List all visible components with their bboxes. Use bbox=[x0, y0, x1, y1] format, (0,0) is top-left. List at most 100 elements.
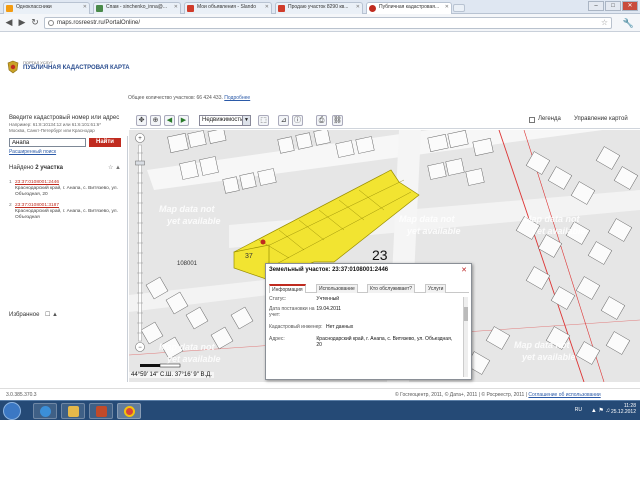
popup-scrollbar[interactable] bbox=[463, 297, 468, 377]
zoom-in-icon[interactable]: ⊕ bbox=[150, 115, 161, 126]
print-icon[interactable]: ⎙ bbox=[316, 115, 327, 126]
url-text: maps.rosreestr.ru/PortalOnline/ bbox=[57, 20, 141, 26]
info-label: Кадастровый инженер: bbox=[269, 324, 323, 330]
result-address: Краснодарский край, г. Анапа, с. Витязев… bbox=[15, 186, 118, 197]
reload-icon[interactable]: ↻ bbox=[29, 17, 41, 29]
portal-title[interactable]: ПУБЛИЧНАЯ КАДАСТРОВАЯ КАРТА bbox=[23, 65, 130, 71]
watermark-line: Map data not bbox=[524, 214, 581, 224]
browser-tab[interactable]: Одноклассники ✕ bbox=[3, 2, 90, 14]
cadastral-district-label: 23 bbox=[372, 247, 388, 263]
clock-date: 25.12.2012 bbox=[610, 409, 636, 415]
taskbar-media[interactable] bbox=[89, 403, 113, 419]
forward-arrow-icon[interactable]: ▶ bbox=[16, 17, 28, 29]
scrollbar-thumb[interactable] bbox=[464, 307, 468, 321]
info-value: Учтенный bbox=[316, 296, 340, 302]
address-bar[interactable]: maps.rosreestr.ru/PortalOnline/ ☆ bbox=[44, 17, 612, 29]
layer-select[interactable]: Недвижимость ▼ bbox=[199, 115, 251, 126]
panel-options-icon[interactable]: ☆ ▲ bbox=[108, 164, 121, 171]
result-address: Краснодарский край, г. Анапа, с. Витязев… bbox=[15, 209, 118, 220]
language-indicator[interactable]: RU bbox=[575, 407, 582, 413]
results-title: Найдено 2 участка bbox=[9, 165, 63, 171]
folder-icon bbox=[68, 406, 79, 417]
objects-count: Общее количество участков: 66 424 433. П… bbox=[128, 95, 250, 101]
popup-body: Статус: Учтенный Дата постановки на учет… bbox=[269, 296, 463, 378]
wrench-icon[interactable]: 🔧 bbox=[623, 18, 634, 29]
result-item[interactable]: 1 23:37:0108001:2446 Краснодарский край,… bbox=[9, 180, 124, 198]
pan-icon[interactable]: ✥ bbox=[136, 115, 147, 126]
tab-info[interactable]: Информация bbox=[269, 284, 306, 293]
bookmark-star-icon[interactable]: ☆ bbox=[601, 18, 608, 28]
mail-icon bbox=[96, 5, 103, 12]
legend-checkbox[interactable] bbox=[529, 117, 535, 123]
advanced-search-link[interactable]: Расширенный поиск bbox=[9, 149, 56, 155]
svg-text:+: + bbox=[138, 136, 142, 142]
close-window-button[interactable]: ✕ bbox=[622, 1, 638, 11]
tray-icons[interactable]: ▲ ⚑ ♫ bbox=[591, 407, 610, 414]
info-value: Краснодарский край, г. Анапа, с. Витязев… bbox=[316, 336, 453, 348]
windows-taskbar: RU ▲ ⚑ ♫ 11:28 25.12.2012 bbox=[0, 400, 640, 420]
browser-tab-bar: Одноклассники ✕ Спам - sinchenko_inna@..… bbox=[0, 0, 640, 15]
map-toolbar: ✥ ⊕ ◀ ▶ Недвижимость ▼ ⬚ ⊿ ⓘ ⎙ ⛓ Легенда… bbox=[130, 113, 640, 129]
tab-services[interactable]: Услуги bbox=[425, 284, 447, 293]
back-arrow-icon[interactable]: ◀ bbox=[164, 115, 175, 126]
site-header bbox=[0, 33, 640, 111]
find-button[interactable]: Найти bbox=[89, 138, 121, 147]
close-icon[interactable]: ✕ bbox=[461, 266, 467, 274]
info-label: Статус: bbox=[269, 296, 287, 302]
window-controls: – □ ✕ bbox=[588, 1, 638, 11]
select-area-icon[interactable]: ⬚ bbox=[258, 115, 269, 126]
scale-bar bbox=[140, 360, 210, 371]
info-label: Адрес: bbox=[269, 336, 285, 342]
result-number: 2 bbox=[9, 203, 12, 208]
close-tab-icon[interactable]: ✕ bbox=[174, 4, 178, 10]
new-tab-button[interactable] bbox=[453, 4, 465, 12]
parcel-marker-icon[interactable] bbox=[260, 239, 266, 245]
browser-tab[interactable]: Продаю участок 8290 кв... ✕ bbox=[275, 2, 363, 14]
chevron-down-icon: ▼ bbox=[242, 116, 250, 125]
svg-text:−: − bbox=[138, 345, 142, 351]
info-row-status: Статус: Учтенный bbox=[269, 296, 339, 302]
browser-tab[interactable]: Мои объявления - Slando ✕ bbox=[184, 2, 272, 14]
tab-usage[interactable]: Использование bbox=[316, 284, 358, 293]
tab-label: Мои объявления - Slando bbox=[197, 4, 257, 10]
result-item[interactable]: 2 23:37:0108001:3187 Краснодарский край,… bbox=[9, 203, 124, 221]
link-icon[interactable]: ⛓ bbox=[332, 115, 343, 126]
zoom-slider[interactable]: + − bbox=[134, 133, 146, 353]
agreement-link[interactable]: Соглашение об использовании bbox=[528, 392, 600, 398]
scale-bar-graphic bbox=[140, 363, 181, 368]
info-row-address: Адрес: Краснодарский край, г. Анапа, с. … bbox=[269, 336, 456, 348]
close-tab-icon[interactable]: ✕ bbox=[265, 4, 269, 10]
legend-label[interactable]: Легенда bbox=[538, 116, 561, 122]
details-link[interactable]: Подробнее bbox=[224, 95, 250, 101]
watermark-line: yet available bbox=[531, 226, 586, 236]
result-number: 1 bbox=[9, 180, 12, 185]
close-tab-icon[interactable]: ✕ bbox=[356, 4, 360, 10]
favorites-toggle-icon[interactable]: ☐ ▲ bbox=[45, 311, 58, 318]
map-control-label[interactable]: Управление картой bbox=[574, 116, 628, 122]
close-tab-icon[interactable]: ✕ bbox=[83, 4, 87, 10]
popup-title: Земельный участок: 23:37:0108001:2446 bbox=[269, 267, 389, 273]
back-arrow-icon[interactable]: ◀ bbox=[3, 17, 15, 29]
maximize-button[interactable]: □ bbox=[605, 1, 621, 11]
clock[interactable]: 11:28 25.12.2012 bbox=[611, 403, 636, 415]
watermark-line: yet available bbox=[166, 216, 221, 226]
info-row-date: Дата постановки на учет: 19.04.2011 bbox=[269, 306, 341, 318]
close-tab-icon[interactable]: ✕ bbox=[445, 4, 449, 10]
tab-who-serves[interactable]: Кто обслуживает? bbox=[367, 284, 416, 293]
tab-label: Спам - sinchenko_inna@... bbox=[106, 4, 167, 10]
forward-arrow-icon[interactable]: ▶ bbox=[178, 115, 189, 126]
taskbar-chrome[interactable] bbox=[117, 403, 141, 419]
objects-count-text: Общее количество участков: 66 424 433. bbox=[128, 95, 223, 101]
watermark-line: Map data not bbox=[159, 342, 216, 352]
minimize-button[interactable]: – bbox=[588, 1, 604, 11]
favorites-label[interactable]: Избранное bbox=[9, 312, 39, 318]
browser-tab[interactable]: Спам - sinchenko_inna@... ✕ bbox=[93, 2, 181, 14]
tab-label: Одноклассники bbox=[16, 4, 52, 10]
taskbar-ie[interactable] bbox=[33, 403, 57, 419]
layer-select-value: Недвижимость bbox=[202, 117, 244, 123]
start-button[interactable] bbox=[3, 402, 21, 420]
identify-icon[interactable]: ⓘ bbox=[292, 115, 303, 126]
search-input[interactable] bbox=[9, 138, 86, 147]
measure-icon[interactable]: ⊿ bbox=[278, 115, 289, 126]
taskbar-explorer[interactable] bbox=[61, 403, 85, 419]
